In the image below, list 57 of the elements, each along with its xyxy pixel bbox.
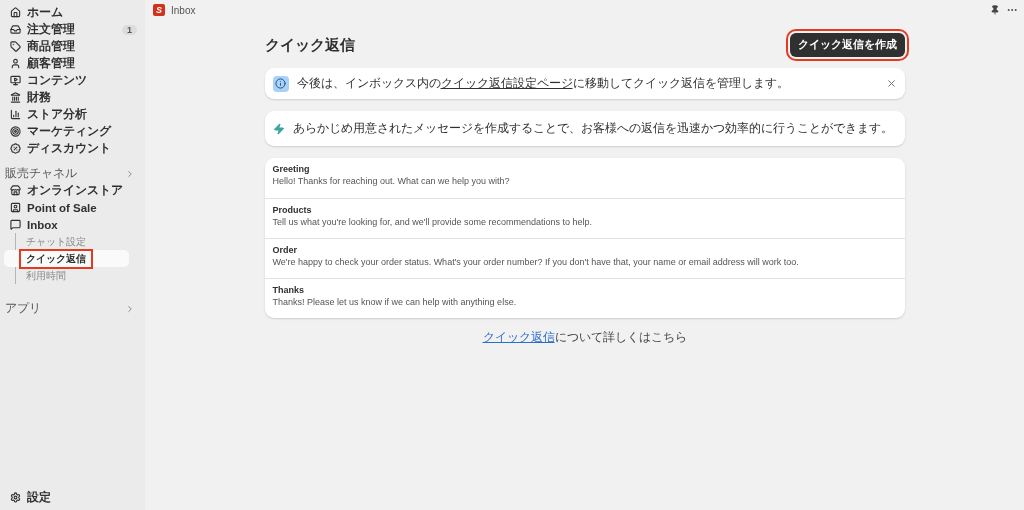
sidebar-item[interactable]: 顧客管理 <box>5 55 139 72</box>
subitem-label: チャット設定 <box>26 234 86 249</box>
sidebar-item[interactable]: ストア分析 <box>5 106 139 123</box>
sidebar-subitem[interactable]: クイック返信 <box>4 250 129 267</box>
bank-icon <box>10 92 21 103</box>
reply-title: Products <box>272 205 313 215</box>
app-logo: S <box>153 4 165 16</box>
subitem-label: 利用時間 <box>26 268 66 283</box>
close-icon[interactable] <box>885 78 897 89</box>
reply-title: Greeting <box>272 164 311 174</box>
sidebar-item[interactable]: ディスカウント <box>5 140 139 157</box>
sidebar-item[interactable]: Point of Sale <box>5 199 139 216</box>
terminal-icon <box>10 202 21 213</box>
section-heading: 販売チャネル <box>5 166 77 181</box>
target-icon <box>10 126 21 137</box>
reply-message: Thanks! Please let us know if we can help with anything else. <box>272 297 518 307</box>
sidebar-item[interactable]: オンラインストア <box>5 182 139 199</box>
sidebar-item[interactable]: マーケティング <box>5 123 139 140</box>
reply-row[interactable]: Greeting Hello! Thanks for reaching out. What can we help you with? <box>264 158 905 198</box>
info-icon <box>272 75 289 92</box>
subitem-label: クイック返信 <box>22 251 90 266</box>
count-badge: 1 <box>122 24 137 35</box>
chat-icon <box>10 219 21 230</box>
reply-title: Order <box>272 245 298 255</box>
sidebar-item[interactable]: ホーム <box>5 4 139 21</box>
reply-row[interactable]: Order We're happy to check your order status. What's your order number? If you don't have that, your name or email address will work too. <box>264 238 905 278</box>
pin-icon[interactable] <box>990 5 1000 15</box>
sidebar-item[interactable]: 財務 <box>5 89 139 106</box>
lightning-icon <box>272 122 285 135</box>
sidebar-item[interactable]: コンテンツ <box>5 72 139 89</box>
bar-chart-icon <box>10 109 21 120</box>
banner-text: 今後は、インボックス内のクイック返信設定ページに移動してクイック返信を管理します。 <box>296 76 790 91</box>
monitor-icon <box>10 75 21 86</box>
tray-icon <box>10 24 21 35</box>
sidebar-item[interactable]: Inbox <box>5 216 139 233</box>
sidebar-item[interactable]: 商品管理 <box>5 38 139 55</box>
settings-item[interactable]: 設定 <box>5 489 139 506</box>
reply-row[interactable]: Products Tell us what you're looking for, and we'll provide some recommendations to help. <box>264 198 905 238</box>
intro-text: あらかじめ用意されたメッセージを作成することで、お客様への返信を迅速かつ効率的に行うことができます。 <box>292 121 894 136</box>
tag-icon <box>10 41 21 52</box>
store-icon <box>10 185 21 196</box>
person-icon <box>10 58 21 69</box>
settings-page-link[interactable]: クイック返信設定ページ <box>440 77 573 89</box>
reply-title: Thanks <box>272 285 305 295</box>
home-icon <box>10 7 21 18</box>
reply-row[interactable]: Thanks Thanks! Please let us know if we can help with anything else. <box>264 278 905 318</box>
sidebar-item[interactable]: 注文管理 1 <box>5 21 139 38</box>
reply-message: Tell us what you're looking for, and we'll provide some recommendations to help. <box>272 217 594 227</box>
percent-badge-icon <box>10 143 21 154</box>
app-title: Inbox <box>171 4 197 16</box>
page-title: クイック返信 <box>264 35 355 55</box>
reply-message: Hello! Thanks for reaching out. What can we help you with? <box>272 176 511 186</box>
reply-message: We're happy to check your order status. What's your order number? If you don't have that, your name or email address will work too. <box>272 257 800 267</box>
quick-reply-link[interactable]: クイック返信 <box>482 331 555 343</box>
section-heading: アプリ <box>5 301 41 316</box>
settings-icon <box>10 492 21 503</box>
learn-more-text: クイック返信について詳しくはこちら <box>482 330 687 345</box>
